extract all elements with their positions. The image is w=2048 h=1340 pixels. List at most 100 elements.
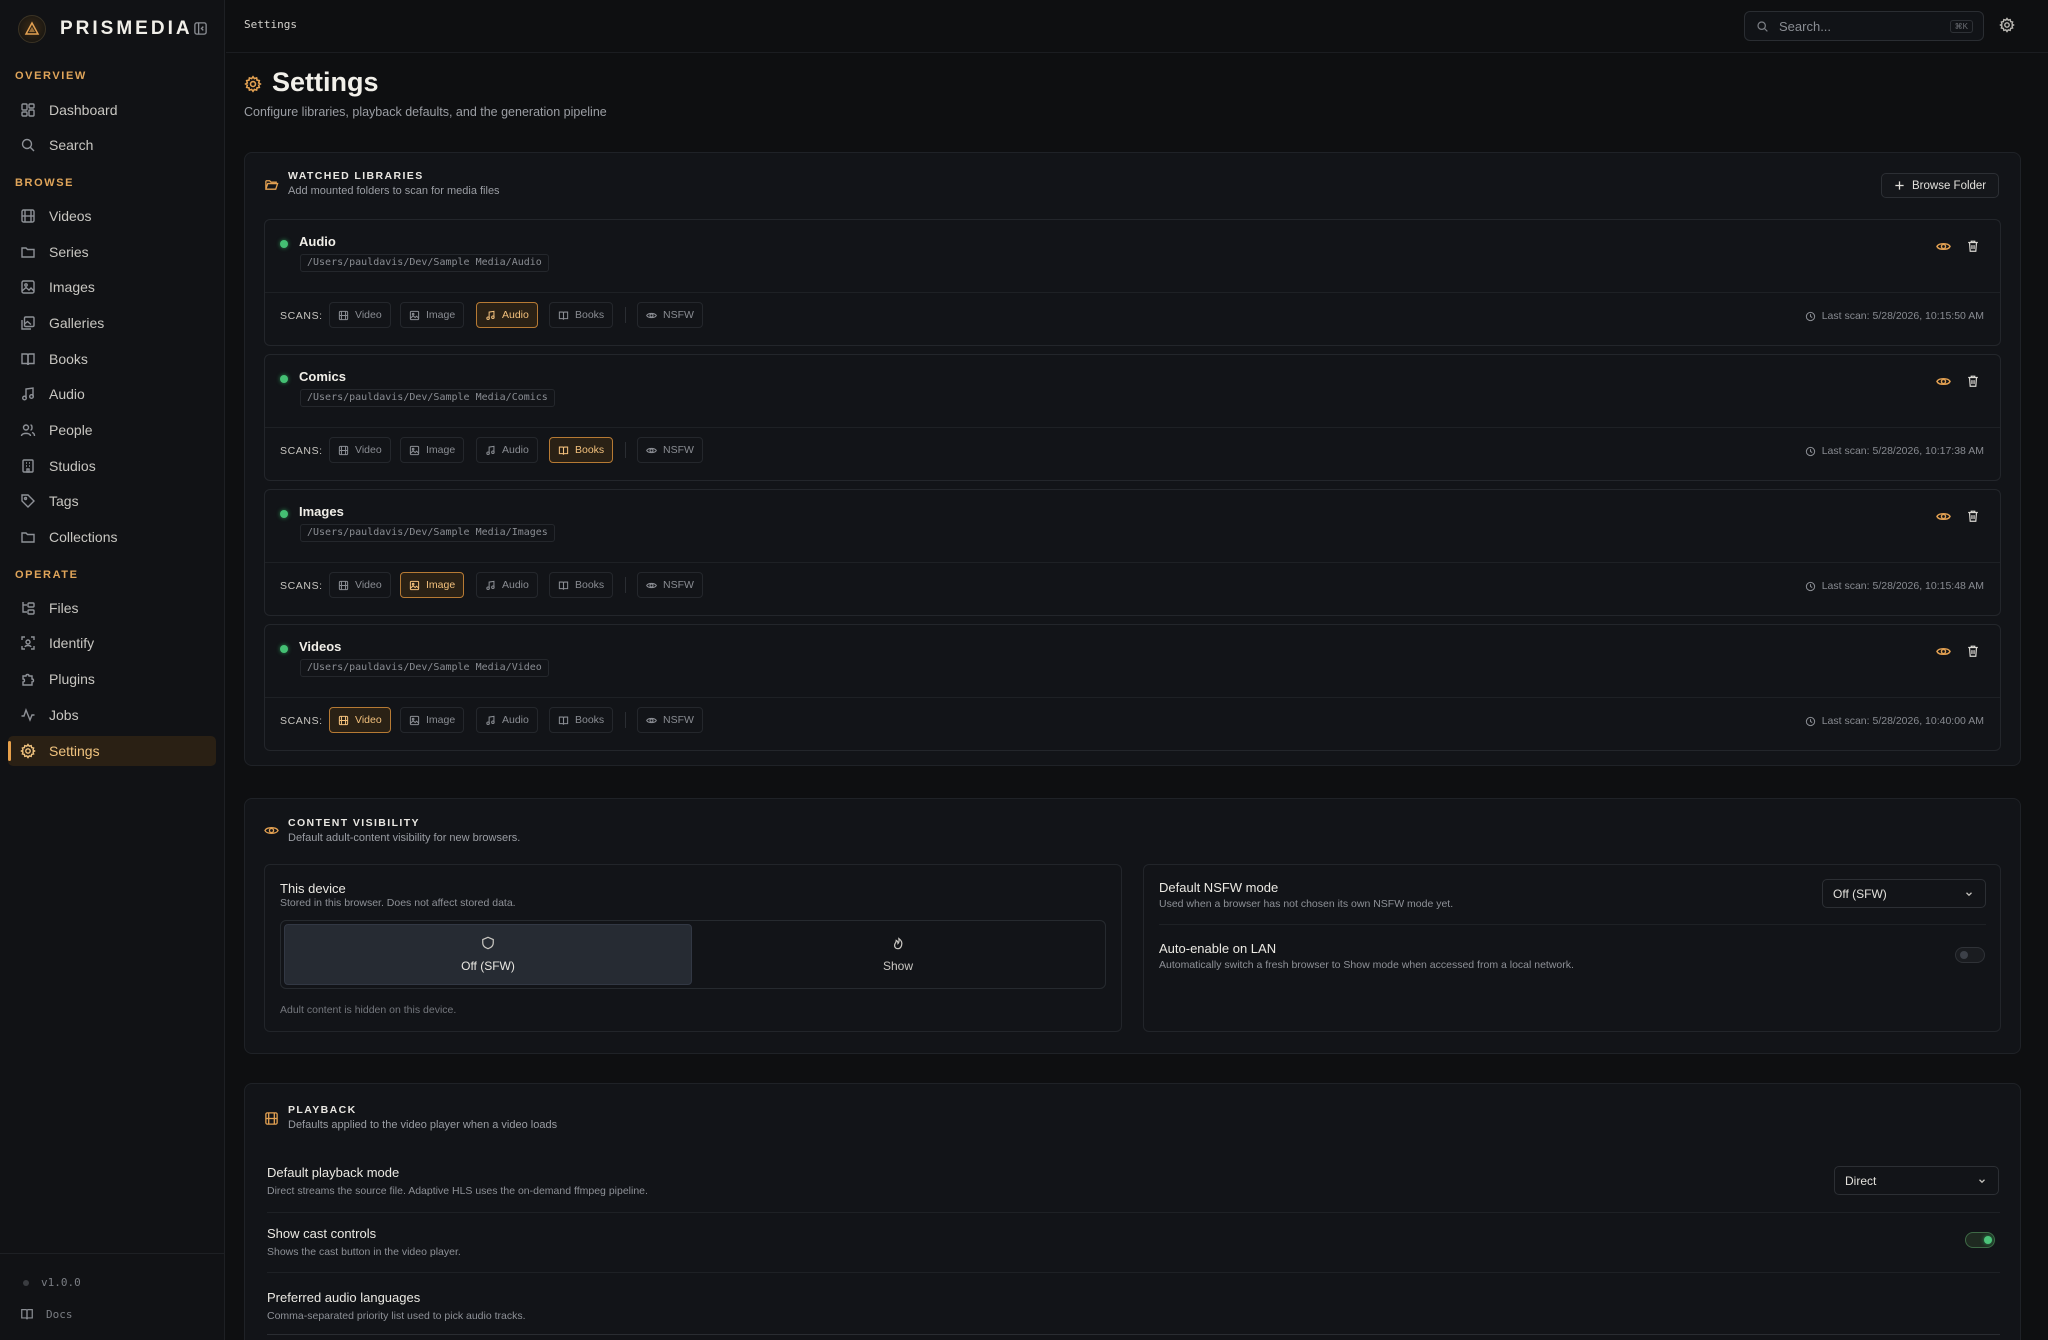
sidebar-item-label: Dashboard bbox=[49, 102, 118, 118]
library-status-dot bbox=[280, 510, 288, 518]
scan-chip-video[interactable]: Video bbox=[329, 437, 391, 463]
sidebar-item-label: Settings bbox=[49, 743, 100, 759]
sidebar-item-studios[interactable]: Studios bbox=[8, 451, 216, 481]
device-note: Adult content is hidden on this device. bbox=[280, 1004, 457, 1016]
plus-icon bbox=[1895, 181, 1904, 190]
delete-trash-icon[interactable] bbox=[1966, 374, 1980, 388]
auto-lan-toggle[interactable] bbox=[1955, 947, 1985, 963]
gallery-icon bbox=[21, 316, 35, 330]
sidebar-item-galleries[interactable]: Galleries bbox=[8, 308, 216, 338]
sidebar-item-dashboard[interactable]: Dashboard bbox=[8, 95, 216, 125]
scan-chip-nsfw[interactable]: NSFW bbox=[637, 707, 703, 733]
sidebar-item-images[interactable]: Images bbox=[8, 272, 216, 302]
toggle-visibility-eye-icon[interactable] bbox=[1936, 239, 1951, 254]
scan-chip-video[interactable]: Video bbox=[329, 572, 391, 598]
sidebar-item-collections[interactable]: Collections bbox=[8, 522, 216, 552]
toggle-visibility-eye-icon[interactable] bbox=[1936, 644, 1951, 659]
sidebar-item-people[interactable]: People bbox=[8, 415, 216, 445]
sidebar-item-settings[interactable]: Settings bbox=[8, 736, 216, 766]
scan-chip-books[interactable]: Books bbox=[549, 437, 614, 463]
scan-chip-label: Audio bbox=[502, 714, 529, 726]
sidebar-item-videos[interactable]: Videos bbox=[8, 201, 216, 231]
music-icon bbox=[485, 445, 496, 456]
scan-chip-nsfw[interactable]: NSFW bbox=[637, 437, 703, 463]
sidebar-item-jobs[interactable]: Jobs bbox=[8, 700, 216, 730]
playback-mode-select[interactable]: Direct bbox=[1834, 1166, 1999, 1195]
scan-chip-audio[interactable]: Audio bbox=[476, 437, 538, 463]
last-scan: Last scan: 5/28/2026, 10:15:50 AM bbox=[1805, 310, 1984, 322]
playback-mode-value: Direct bbox=[1845, 1173, 1877, 1188]
scan-chip-video[interactable]: Video bbox=[329, 707, 391, 733]
sidebar-item-label: Audio bbox=[49, 386, 85, 402]
delete-trash-icon[interactable] bbox=[1966, 509, 1980, 523]
scan-chip-label: Books bbox=[575, 579, 605, 591]
option-show[interactable]: Show bbox=[694, 924, 1102, 985]
cast-controls-toggle[interactable] bbox=[1965, 1232, 1995, 1248]
scan-chip-books[interactable]: Books bbox=[549, 572, 614, 598]
sidebar-item-search[interactable]: Search bbox=[8, 130, 216, 160]
scan-chip-nsfw[interactable]: NSFW bbox=[637, 572, 703, 598]
sidebar-collapse-icon[interactable] bbox=[193, 21, 208, 36]
film-icon bbox=[338, 310, 349, 321]
toggle-visibility-eye-icon[interactable] bbox=[1936, 374, 1951, 389]
clock-icon bbox=[1805, 311, 1816, 322]
flame-icon bbox=[894, 937, 903, 950]
image-icon bbox=[21, 280, 35, 294]
last-scan: Last scan: 5/28/2026, 10:17:38 AM bbox=[1805, 445, 1984, 457]
activity-icon bbox=[21, 707, 35, 722]
scan-chip-video[interactable]: Video bbox=[329, 302, 391, 328]
scan-chip-books[interactable]: Books bbox=[549, 707, 614, 733]
scan-chip-image[interactable]: Image bbox=[400, 707, 465, 733]
sidebar-item-label: Identify bbox=[49, 635, 95, 651]
sidebar-item-plugins[interactable]: Plugins bbox=[8, 664, 216, 694]
toggle-visibility-eye-icon[interactable] bbox=[1936, 509, 1951, 524]
content-visibility-panel: CONTENT VISIBILITY Default adult-content… bbox=[244, 798, 2021, 1054]
book-icon bbox=[21, 1309, 33, 1320]
delete-trash-icon[interactable] bbox=[1966, 239, 1980, 253]
scan-chip-label: Image bbox=[426, 309, 456, 321]
scan-face-icon bbox=[21, 636, 35, 650]
search-placeholder: Search... bbox=[1779, 18, 1832, 34]
audio-languages-input-edge[interactable] bbox=[267, 1334, 2000, 1335]
search-icon bbox=[21, 138, 35, 152]
scan-chip-label: Image bbox=[426, 579, 456, 591]
last-scan-text: Last scan: 5/28/2026, 10:40:00 AM bbox=[1821, 715, 1984, 727]
sidebar-item-files[interactable]: Files bbox=[8, 593, 216, 623]
breadcrumb: Settings bbox=[244, 18, 297, 31]
scan-chip-label: NSFW bbox=[663, 309, 694, 321]
sidebar-item-books[interactable]: Books bbox=[8, 344, 216, 374]
settings-gear-icon[interactable] bbox=[1999, 17, 2015, 33]
docs-link[interactable]: Docs bbox=[20, 1307, 73, 1321]
delete-trash-icon[interactable] bbox=[1966, 644, 1980, 658]
option-off-sfw[interactable]: Off (SFW) bbox=[284, 924, 692, 985]
scan-chip-image[interactable]: Image bbox=[400, 302, 465, 328]
sidebar-item-series[interactable]: Series bbox=[8, 237, 216, 267]
sidebar-item-tags[interactable]: Tags bbox=[8, 486, 216, 516]
sidebar-item-identify[interactable]: Identify bbox=[8, 628, 216, 658]
clock-icon bbox=[1805, 446, 1816, 457]
people-icon bbox=[20, 424, 36, 437]
scan-chip-audio[interactable]: Audio bbox=[476, 707, 538, 733]
sidebar-item-label: Galleries bbox=[49, 315, 105, 331]
eye-icon bbox=[264, 823, 279, 838]
scan-chip-label: Video bbox=[355, 579, 382, 591]
scan-chip-image[interactable]: Image bbox=[400, 572, 465, 598]
sidebar-item-audio[interactable]: Audio bbox=[8, 379, 216, 409]
library-name: Videos bbox=[299, 639, 342, 654]
scan-chip-label: Audio bbox=[502, 444, 529, 456]
brand-name: PRISMEDIA bbox=[60, 18, 193, 39]
browse-folder-button[interactable]: Browse Folder bbox=[1881, 173, 2000, 198]
default-nsfw-select[interactable]: Off (SFW) bbox=[1822, 879, 1986, 908]
scan-chip-books[interactable]: Books bbox=[549, 302, 614, 328]
book-icon bbox=[558, 580, 569, 591]
sidebar-item-label: Files bbox=[49, 600, 79, 616]
scan-chip-nsfw[interactable]: NSFW bbox=[637, 302, 703, 328]
nsfw-defaults-card: Default NSFW mode Used when a browser ha… bbox=[1143, 864, 2001, 1032]
search-input[interactable]: Search... ⌘K bbox=[1744, 11, 1984, 41]
brand[interactable]: PRISMEDIA bbox=[18, 13, 208, 45]
scan-chip-audio[interactable]: Audio bbox=[476, 572, 538, 598]
scan-chip-label: NSFW bbox=[663, 579, 694, 591]
browse-folder-label: Browse Folder bbox=[1912, 179, 1987, 192]
scan-chip-image[interactable]: Image bbox=[400, 437, 465, 463]
scan-chip-audio[interactable]: Audio bbox=[476, 302, 538, 328]
